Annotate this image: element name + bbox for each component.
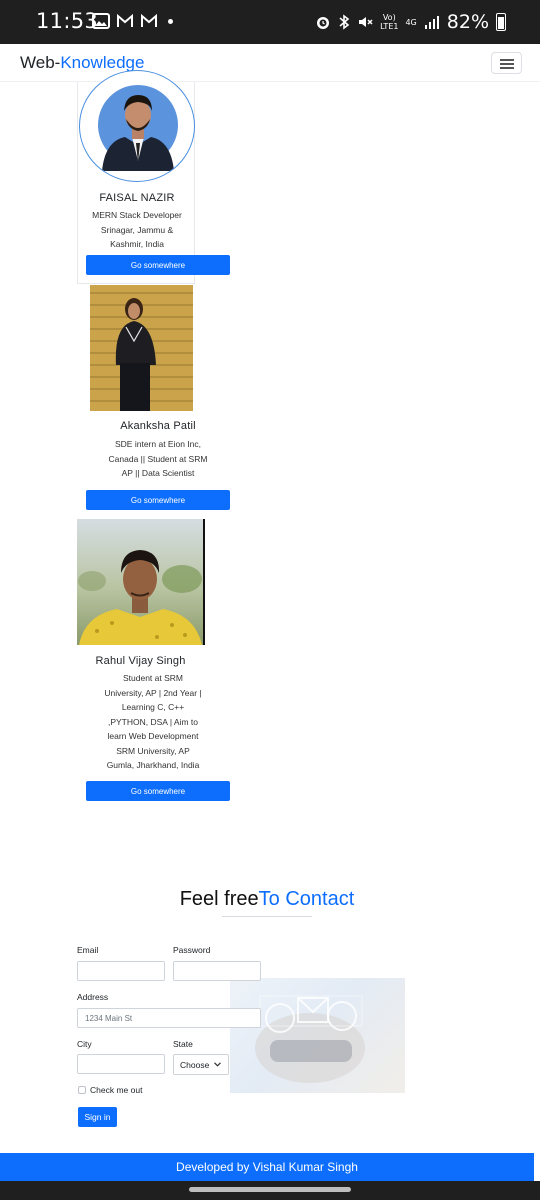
- profile-photo: [77, 519, 204, 645]
- chevron-down-icon: [214, 1062, 222, 1067]
- profile-photo: [98, 85, 178, 171]
- contact-background-image: [230, 978, 405, 1093]
- contact-title: Feel freeTo Contact: [179, 888, 355, 910]
- footer: Developed by Vishal Kumar Singh: [0, 1153, 534, 1181]
- profile-card: Akanksha Patil SDE intern at Eion Inc, C…: [86, 284, 230, 510]
- state-label: State: [173, 1039, 193, 1049]
- card-name: FAISAL NAZIR: [99, 192, 175, 204]
- state-select-value: Choose: [180, 1059, 210, 1070]
- card-name: Rahul Vijay Singh: [95, 655, 186, 667]
- address-label: Address: [77, 992, 109, 1002]
- card-name: Akanksha Patil: [120, 420, 196, 432]
- password-label: Password: [173, 945, 211, 955]
- email-label: Email: [77, 945, 99, 955]
- card-description: Student at SRM University, AP | 2nd Year…: [104, 673, 202, 770]
- gmail-icon: [141, 13, 157, 27]
- status-indicators: Vo) LTE1 4G 82%: [315, 11, 506, 33]
- state-select[interactable]: Choose: [173, 1054, 229, 1075]
- city-field[interactable]: [77, 1054, 165, 1074]
- home-gesture-bar[interactable]: [189, 1187, 351, 1192]
- check-me-out-label: Check me out: [90, 1085, 143, 1095]
- card-description: SDE intern at Eion Inc, Canada || Studen…: [108, 439, 208, 478]
- signal-icon: [424, 16, 439, 29]
- system-nav-bar: [0, 1181, 540, 1200]
- go-somewhere-button[interactable]: Go somewhere: [86, 255, 230, 275]
- status-time: 11:53: [36, 9, 99, 33]
- password-field[interactable]: [173, 961, 261, 981]
- address-field[interactable]: 1234 Main St: [77, 1008, 261, 1028]
- profile-card: FAISAL NAZIR MERN Stack Developer Srinag…: [77, 70, 195, 284]
- menu-toggle-button[interactable]: [491, 52, 522, 74]
- avatar: [79, 70, 195, 182]
- hamburger-icon: [500, 59, 514, 61]
- network-gen-indicator: 4G: [405, 17, 417, 27]
- battery-icon: [496, 13, 506, 31]
- more-notifications-dot: [168, 18, 173, 24]
- status-bar: 11:53 Vo) LTE1 4G 82%: [0, 0, 540, 44]
- volte-indicator: Vo) LTE1: [380, 13, 399, 31]
- go-somewhere-button[interactable]: Go somewhere: [86, 781, 230, 801]
- photo-border: [203, 519, 205, 645]
- battery-percent: 82%: [446, 11, 489, 33]
- card-description: MERN Stack Developer Srinagar, Jammu & K…: [92, 210, 182, 249]
- check-me-out-checkbox[interactable]: [78, 1086, 86, 1094]
- gmail-icon: [117, 13, 133, 27]
- title-underline: [222, 916, 312, 917]
- gallery-icon: [92, 13, 110, 29]
- notification-icons: [92, 13, 173, 29]
- email-field[interactable]: [77, 961, 165, 981]
- profile-card: Rahul Vijay Singh Student at SRM Univers…: [77, 518, 239, 808]
- sign-in-button[interactable]: Sign in: [78, 1107, 117, 1127]
- profile-photo: [90, 285, 193, 411]
- alarm-icon: [317, 17, 330, 29]
- footer-credit: Developed by Vishal Kumar Singh: [176, 1160, 358, 1174]
- bluetooth-icon: [339, 14, 350, 30]
- city-label: City: [77, 1039, 92, 1049]
- go-somewhere-button[interactable]: Go somewhere: [86, 490, 230, 510]
- top-navbar: Web-Knowledge: [0, 44, 540, 82]
- mute-icon: [359, 17, 373, 27]
